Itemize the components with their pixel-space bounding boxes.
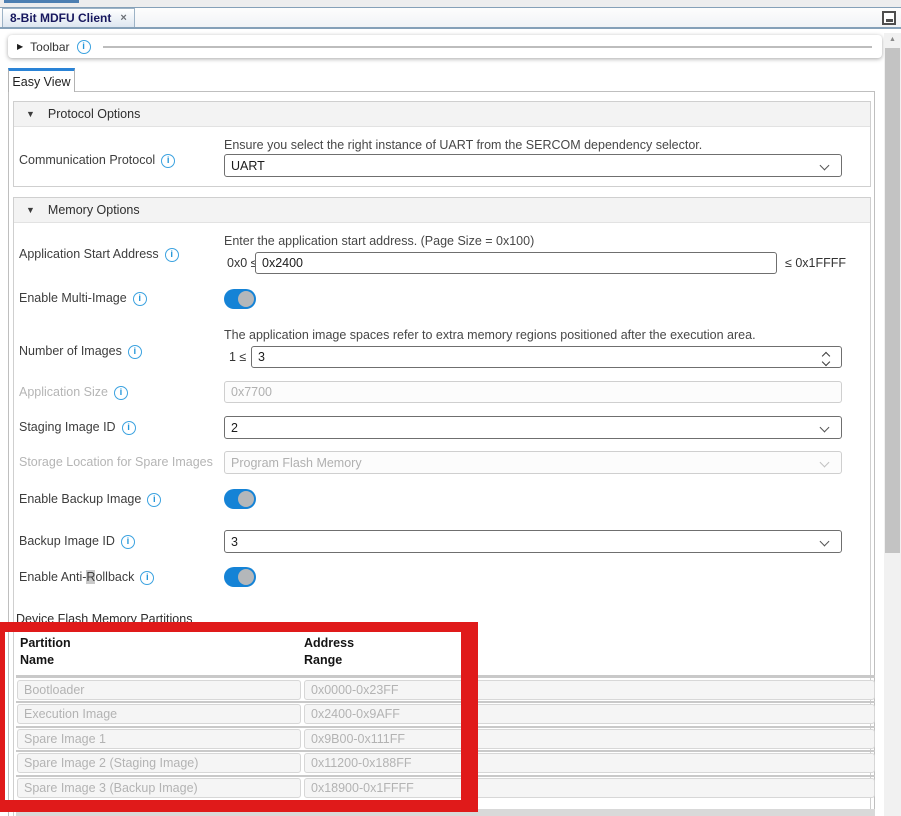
collapse-triangle-icon[interactable]: ▼ xyxy=(26,109,35,119)
application-size-label: Application Size i xyxy=(19,385,128,400)
section-title: Protocol Options xyxy=(48,107,140,121)
toolbar-section[interactable]: ▶ Toolbar i xyxy=(8,35,882,58)
label-text: Enable Backup Image xyxy=(19,492,141,507)
application-start-address-hint: Enter the application start address. (Pa… xyxy=(224,234,534,249)
expand-arrow-icon[interactable]: ▶ xyxy=(17,42,23,51)
info-icon[interactable]: i xyxy=(121,535,135,549)
staging-image-id-select[interactable]: 2 xyxy=(224,416,842,439)
toolbar-label: Toolbar xyxy=(30,40,69,54)
staging-image-id-label: Staging Image ID i xyxy=(19,420,136,435)
communication-protocol-hint: Ensure you select the right instance of … xyxy=(224,138,702,153)
application-start-address-input[interactable]: 0x2400 xyxy=(255,252,777,274)
enable-multi-image-label: Enable Multi-Image i xyxy=(19,291,147,306)
selected-value: 2 xyxy=(231,421,238,435)
application-size-input: 0x7700 xyxy=(224,381,842,403)
collapse-triangle-icon[interactable]: ▼ xyxy=(26,205,35,215)
label-post: ollback xyxy=(95,570,134,584)
document-tab-bar: 8-Bit MDFU Client × xyxy=(0,8,901,29)
enable-anti-rollback-label: Enable Anti-Rollback i xyxy=(19,570,154,585)
section-title: Memory Options xyxy=(48,203,140,217)
toolbar-divider xyxy=(103,46,872,48)
info-icon[interactable]: i xyxy=(114,386,128,400)
scrollbar-thumb[interactable] xyxy=(885,48,900,553)
info-icon[interactable]: i xyxy=(128,345,142,359)
tab-8-bit-mdfu-client[interactable]: 8-Bit MDFU Client × xyxy=(2,8,135,27)
chevron-down-icon xyxy=(820,161,830,171)
selected-value: 3 xyxy=(231,535,238,549)
enable-anti-rollback-toggle[interactable] xyxy=(224,567,256,587)
top-strip xyxy=(0,0,901,8)
number-of-images-hint: The application image spaces refer to ex… xyxy=(224,328,756,343)
info-icon[interactable]: i xyxy=(147,493,161,507)
info-icon[interactable]: i xyxy=(140,571,154,585)
spinner-up-icon[interactable] xyxy=(823,351,830,358)
info-icon[interactable]: i xyxy=(165,248,179,262)
easy-view-label: Easy View xyxy=(12,75,70,89)
label-text: Staging Image ID xyxy=(19,420,116,435)
info-icon[interactable]: i xyxy=(133,292,147,306)
protocol-options-header[interactable]: ▼ Protocol Options xyxy=(14,102,870,127)
toggle-knob xyxy=(238,491,254,507)
label-text: Storage Location for Spare Images xyxy=(19,455,213,470)
communication-protocol-select[interactable]: UART xyxy=(224,154,842,177)
annotation-rectangle xyxy=(0,622,478,812)
selected-value: Program Flash Memory xyxy=(231,456,362,470)
spinner-down-icon[interactable] xyxy=(823,359,830,366)
input-value: 3 xyxy=(258,350,265,364)
vertical-scrollbar[interactable]: ▲ xyxy=(884,33,901,816)
enable-backup-image-label: Enable Backup Image i xyxy=(19,492,161,507)
enable-multi-image-toggle[interactable] xyxy=(224,289,256,309)
chevron-down-icon xyxy=(820,537,830,547)
number-of-images-label: Number of Images i xyxy=(19,344,142,359)
min-constraint: 1 ≤ xyxy=(229,346,246,368)
number-of-images-spinner[interactable]: 3 xyxy=(251,346,842,368)
selected-value: UART xyxy=(231,159,265,173)
label-text: Application Size xyxy=(19,385,108,400)
label-text: Enable Anti-Rollback xyxy=(19,570,134,585)
input-value: 0x7700 xyxy=(231,385,272,399)
info-icon[interactable]: i xyxy=(122,421,136,435)
tab-easy-view[interactable]: Easy View xyxy=(8,68,75,92)
scroll-up-icon[interactable]: ▲ xyxy=(884,36,901,43)
label-text: Application Start Address xyxy=(19,247,159,262)
minimize-window-icon[interactable] xyxy=(882,11,896,25)
label-text: Enable Multi-Image xyxy=(19,291,127,306)
minimize-bar xyxy=(886,19,893,22)
storage-location-select: Program Flash Memory xyxy=(224,451,842,474)
max-constraint: ≤ 0x1FFFF xyxy=(785,252,846,274)
selection-remnant xyxy=(4,0,79,3)
chevron-down-icon xyxy=(820,458,830,468)
label-text: Number of Images xyxy=(19,344,122,359)
label-pre: Enable Anti- xyxy=(19,570,86,584)
enable-backup-image-toggle[interactable] xyxy=(224,489,256,509)
communication-protocol-label: Communication Protocol i xyxy=(19,153,175,168)
input-value: 0x2400 xyxy=(262,256,303,270)
storage-location-label: Storage Location for Spare Images xyxy=(19,455,213,470)
chevron-down-icon xyxy=(820,423,830,433)
application-start-address-label: Application Start Address i xyxy=(19,247,179,262)
backup-image-id-select[interactable]: 3 xyxy=(224,530,842,553)
min-constraint: 0x0 ≤ xyxy=(227,252,258,274)
info-icon[interactable]: i xyxy=(77,40,91,54)
toggle-knob xyxy=(238,291,254,307)
info-icon[interactable]: i xyxy=(161,154,175,168)
tab-title: 8-Bit MDFU Client xyxy=(10,11,111,25)
memory-options-header[interactable]: ▼ Memory Options xyxy=(14,198,870,223)
label-text: Communication Protocol xyxy=(19,153,155,168)
tab-close-icon[interactable]: × xyxy=(120,13,126,24)
label-text: Backup Image ID xyxy=(19,534,115,549)
app-window: 8-Bit MDFU Client × ▶ Toolbar i Easy Vie… xyxy=(0,0,901,816)
backup-image-id-label: Backup Image ID i xyxy=(19,534,135,549)
protocol-options-section: ▼ Protocol Options Communication Protoco… xyxy=(13,101,871,187)
toggle-knob xyxy=(238,569,254,585)
